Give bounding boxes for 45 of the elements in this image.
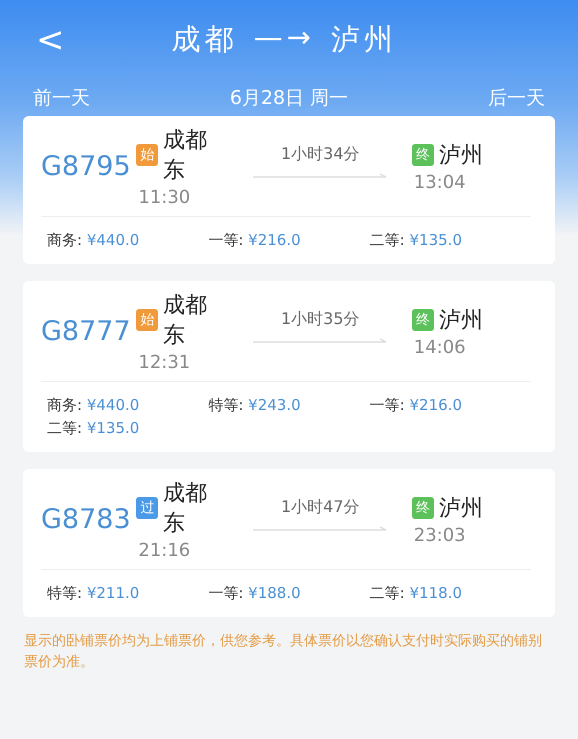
station-badge: 终 bbox=[412, 144, 434, 166]
departure-time: 11:30 bbox=[137, 186, 192, 208]
departure-time: 12:31 bbox=[137, 352, 192, 372]
arrival-time: 13:04 bbox=[412, 172, 467, 192]
seat-price: 二等: ¥135.0 bbox=[370, 231, 463, 250]
station-badge: 过 bbox=[136, 496, 158, 518]
arrival-time: 23:03 bbox=[412, 524, 467, 546]
seat-price: 一等: ¥216.0 bbox=[370, 396, 463, 415]
trip-duration: 1小时35分 bbox=[280, 308, 360, 330]
seat-price: 二等: ¥118.0 bbox=[370, 584, 463, 603]
trip-duration: 1小时47分 bbox=[280, 496, 360, 518]
arrival-station: 泸州 bbox=[438, 306, 483, 334]
back-button[interactable]: < bbox=[30, 20, 70, 60]
date-selector[interactable]: 6月28日 周一 bbox=[230, 85, 348, 111]
seat-price: 二等: ¥135.0 bbox=[47, 419, 140, 438]
seat-price: 特等: ¥243.0 bbox=[208, 396, 302, 415]
next-day-button[interactable]: 后一天 bbox=[488, 85, 545, 111]
seat-price: 特等: ¥211.0 bbox=[47, 584, 140, 603]
arrival-time: 14:06 bbox=[412, 336, 467, 358]
departure-time: 21:16 bbox=[137, 540, 192, 560]
train-card[interactable]: G8795 始 成都东 11:30 1小时34分 终 泸州 13:04 商务: ¥440.0 一等: ¥216.0 二等: ¥135.0 bbox=[23, 116, 555, 264]
train-number: G8777 bbox=[41, 316, 132, 346]
train-number: G8795 bbox=[41, 150, 132, 182]
train-number: G8783 bbox=[41, 504, 132, 534]
station-badge: 始 bbox=[136, 308, 158, 330]
departure-station: 成都东 bbox=[163, 292, 208, 350]
seat-price: 商务: ¥440.0 bbox=[47, 231, 140, 250]
seat-price: 一等: ¥216.0 bbox=[208, 231, 302, 250]
station-badge: 终 bbox=[412, 308, 434, 330]
previous-day-button[interactable]: 前一天 bbox=[33, 85, 90, 111]
departure-station: 成都东 bbox=[163, 126, 208, 184]
station-badge: 始 bbox=[136, 144, 158, 166]
departure-station: 成都东 bbox=[163, 480, 208, 538]
origin-city: 成都 bbox=[172, 21, 238, 58]
seat-price: 商务: ¥440.0 bbox=[47, 396, 140, 415]
arrival-station: 泸州 bbox=[438, 142, 483, 170]
seat-price: 一等: ¥188.0 bbox=[208, 584, 302, 603]
route-arrow: —→ bbox=[254, 20, 315, 56]
destination-city: 泸州 bbox=[330, 21, 397, 58]
price-notice: 显示的卧铺票价均为上铺票价，供您参考。具体票价以您确认支付时实际购买的铺别票价为准。 bbox=[23, 632, 543, 672]
station-badge: 终 bbox=[412, 496, 434, 518]
arrival-station: 泸州 bbox=[438, 494, 483, 522]
train-card[interactable]: G8783 过 成都东 21:16 1小时47分 终 泸州 23:03 特等: ¥211.0 一等: ¥188.0 二等: ¥118.0 bbox=[23, 469, 555, 617]
trip-duration: 1小时34分 bbox=[280, 144, 360, 164]
train-card[interactable]: G8777 始 成都东 12:31 1小时35分 终 泸州 14:06 商务: ¥440.0 特等: ¥243.0 一等: ¥216.0 二等: ¥135.0 bbox=[23, 281, 555, 452]
